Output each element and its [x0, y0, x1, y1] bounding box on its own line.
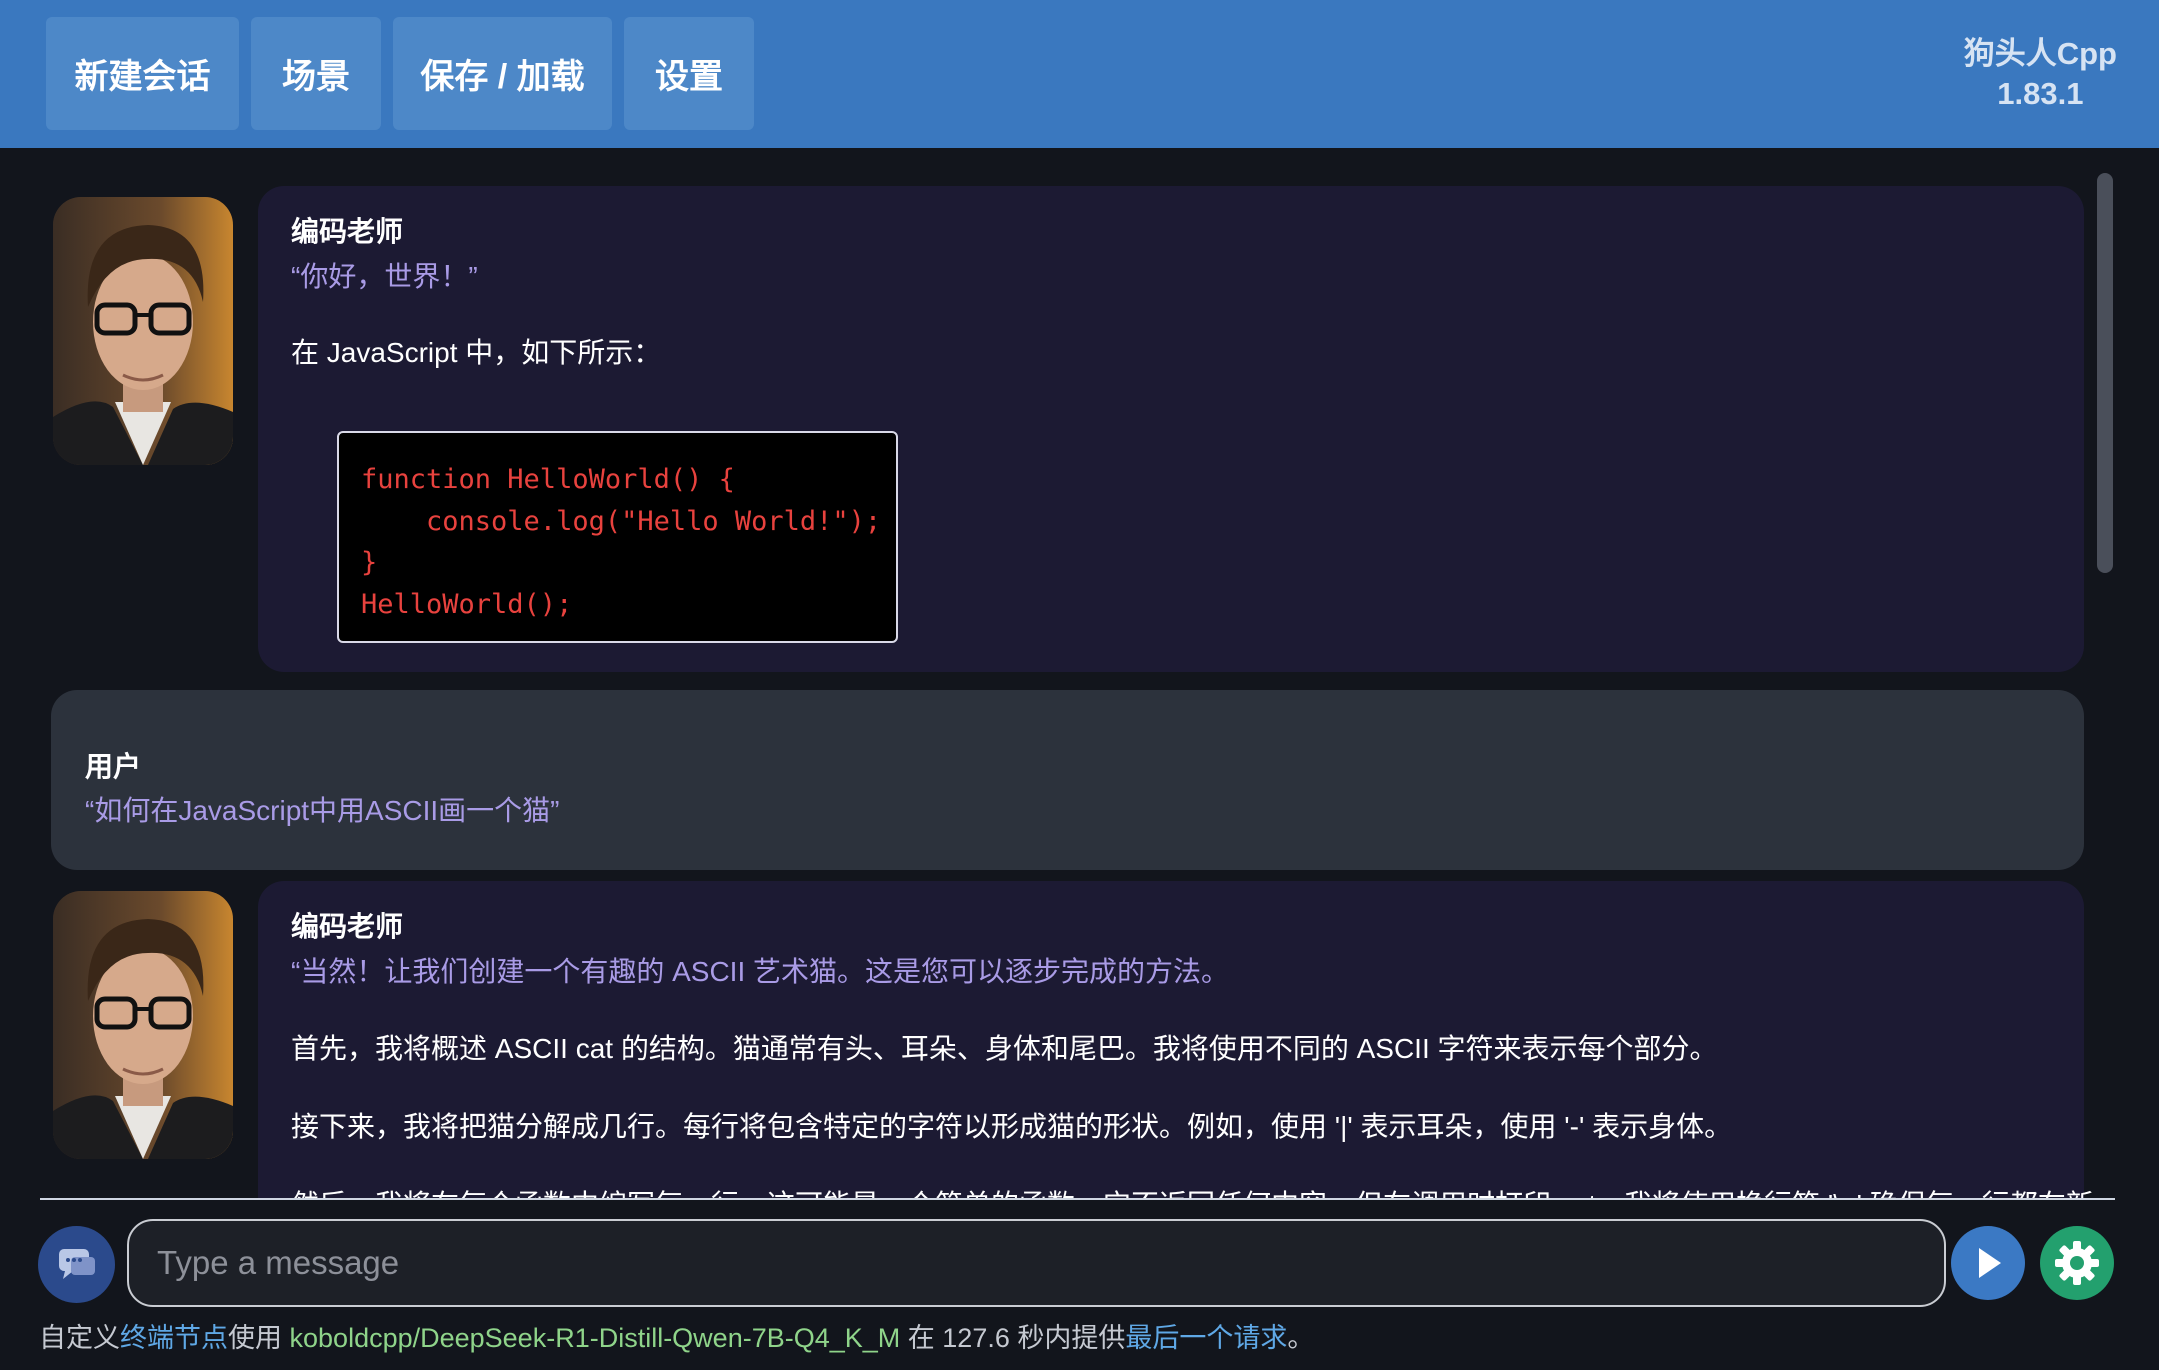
input-settings-button[interactable]	[2040, 1226, 2114, 1300]
footer-using: 使用	[228, 1323, 290, 1353]
code-line: console.log("Hello World!");	[361, 505, 882, 537]
code-line: function HelloWorld() {	[361, 464, 735, 495]
code-line: HelloWorld();	[361, 588, 573, 620]
message-paragraph: 接下来，我将把猫分解成几行。每行将包含特定的字符以形成猫的形状。例如，使用 '|…	[291, 1111, 1733, 1142]
message-paragraph: 然后，我将在每个函数中编写每一行，这可能是一个简单的函数，它不返回任何内容，但在…	[291, 1183, 2094, 1198]
message-speaker: 用户	[85, 751, 142, 782]
app-version: 1.83.1	[1997, 76, 2084, 111]
last-request-link[interactable]: 最后一个请求	[1125, 1323, 1287, 1353]
app-brand: 狗头人Cpp 1.83.1	[1964, 34, 2117, 114]
message-quote: “如何在JavaScript中用ASCII画一个猫”	[85, 795, 560, 826]
settings-button[interactable]: 设置	[624, 17, 754, 130]
chat-mode-button[interactable]	[38, 1226, 115, 1303]
send-icon	[1979, 1248, 2001, 1278]
message-speaker: 编码老师	[291, 911, 404, 942]
gear-icon	[2055, 1241, 2099, 1285]
message-paragraph: 首先，我将概述 ASCII cat 的结构。猫通常有头、耳朵、身体和尾巴。我将使…	[291, 1033, 1718, 1064]
message-quote: “你好，世界！”	[291, 261, 478, 292]
chat-scrollbar[interactable]	[2097, 173, 2113, 573]
chat-icon	[58, 1248, 95, 1279]
message-speaker: 编码老师	[291, 216, 404, 247]
app-name: 狗头人Cpp	[1963, 36, 2117, 71]
new-session-button[interactable]: 新建会话	[46, 17, 239, 130]
send-button[interactable]	[1951, 1226, 2025, 1300]
footer-prefix: 自定义	[39, 1323, 120, 1353]
footer-timing: 在 127.6 秒内提供	[900, 1323, 1126, 1353]
scenarios-button[interactable]: 场景	[251, 17, 381, 130]
message-input[interactable]	[127, 1219, 1946, 1307]
status-footer: 自定义终端节点使用 koboldcpp/DeepSeek-R1-Distill-…	[39, 1316, 1314, 1355]
top-bar: 新建会话 场景 保存 / 加载 设置 狗头人Cpp 1.83.1	[0, 0, 2159, 148]
chat-log[interactable]: 编码老师 “你好，世界！” 在 JavaScript 中，如下所示： funct…	[0, 148, 2159, 1198]
divider	[40, 1198, 2115, 1200]
portrait-image	[53, 891, 233, 1159]
input-area: 自定义终端节点使用 koboldcpp/DeepSeek-R1-Distill-…	[0, 1198, 2159, 1370]
endpoint-link[interactable]: 终端节点	[120, 1323, 228, 1353]
code-block: function HelloWorld() { console.log("Hel…	[337, 431, 898, 643]
save-load-button[interactable]: 保存 / 加载	[393, 17, 612, 130]
footer-suffix: 。	[1287, 1323, 1315, 1353]
bot-avatar	[53, 891, 233, 1159]
message-quote: “当然！让我们创建一个有趣的 ASCII 艺术猫。这是您可以逐步完成的方法。	[291, 956, 1230, 987]
portrait-image	[53, 197, 233, 465]
code-line: }	[361, 547, 378, 578]
user-message-bubble	[51, 690, 2084, 870]
model-name: koboldcpp/DeepSeek-R1-Distill-Qwen-7B-Q4…	[289, 1323, 901, 1353]
message-text: 在 JavaScript 中，如下所示：	[291, 337, 662, 368]
bot-avatar	[53, 197, 233, 465]
